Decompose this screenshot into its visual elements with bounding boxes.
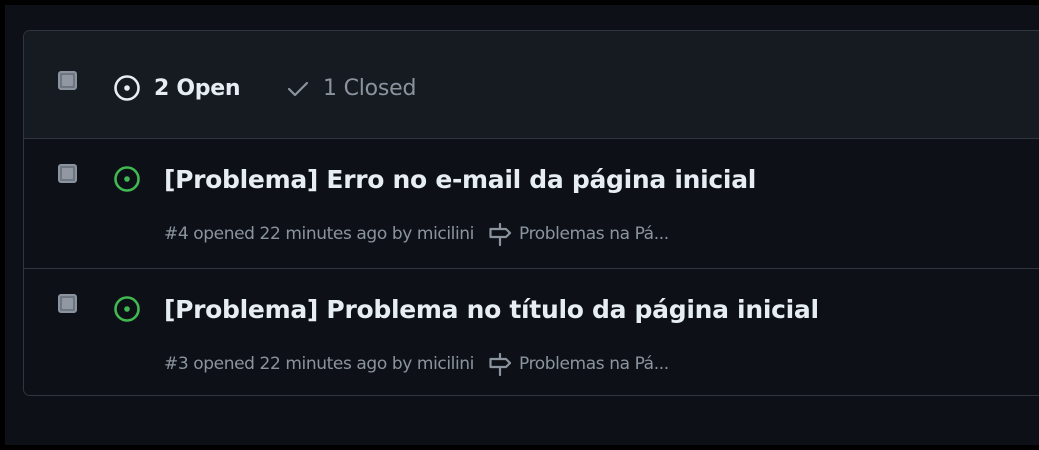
issue-title-link[interactable]: [Problema] Problema no título da página … [164,295,819,324]
closed-issues-tab[interactable]: 1 Closed [287,72,416,104]
issue-opened-icon [114,75,140,101]
issue-number: #4 [164,224,189,244]
issue-opened-text: opened 22 minutes ago by [193,354,412,374]
issue-row: [Problema] Problema no título da página … [24,269,1039,395]
issue-title-link[interactable]: [Problema] Erro no e-mail da página inic… [164,165,756,194]
select-all-checkbox[interactable] [58,71,77,90]
issue-milestone-link[interactable]: Problemas na Pá... [519,224,669,244]
issue-meta: #4 opened 22 minutes ago by micilini Pro… [164,221,669,247]
issue-number: #3 [164,354,189,374]
issues-list-header: 2 Open 1 Closed [24,31,1039,139]
milestone-icon [489,222,512,247]
issue-checkbox[interactable] [58,164,77,183]
issue-author-link[interactable]: micilini [417,224,475,244]
issue-checkbox[interactable] [58,294,77,313]
issue-opened-text: opened 22 minutes ago by [193,224,412,244]
issue-milestone-link[interactable]: Problemas na Pá... [519,354,669,374]
issue-row: [Problema] Erro no e-mail da página inic… [24,139,1039,269]
open-issues-tab[interactable]: 2 Open [113,72,241,104]
check-icon [287,81,309,97]
issue-opened-icon [114,296,140,322]
issues-page: 2 Open 1 Closed [Problema] Erro no e-mai… [5,5,1039,445]
open-count-label: 2 Open [154,75,241,101]
issues-list: 2 Open 1 Closed [Problema] Erro no e-mai… [23,30,1039,396]
milestone-icon [489,352,512,377]
issue-opened-icon [114,166,140,192]
issue-author-link[interactable]: micilini [417,354,475,374]
closed-count-label: 1 Closed [323,75,417,101]
issue-meta: #3 opened 22 minutes ago by micilini Pro… [164,351,669,377]
